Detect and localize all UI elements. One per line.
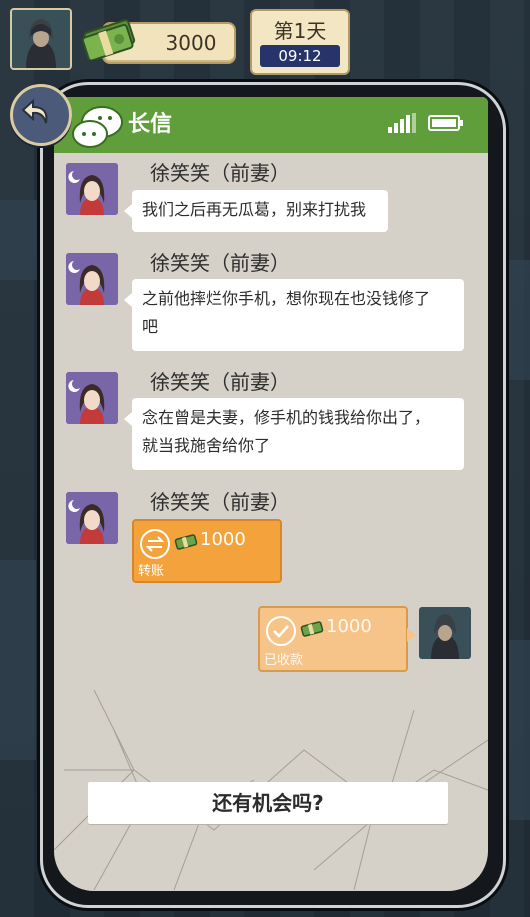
- transfer-arrows-icon: [140, 529, 170, 559]
- reply-option-button[interactable]: 还有机会吗?: [88, 782, 448, 824]
- message-bubble: 之前他摔烂你手机，想你现在也没钱修了 吧: [124, 279, 464, 351]
- received-label: 已收款: [264, 653, 304, 668]
- cash-icon: [300, 621, 324, 637]
- contact-avatar[interactable]: [66, 253, 118, 305]
- message-text-line: 吧: [142, 317, 159, 336]
- sender-name: 徐笑笑（前妻）: [150, 370, 290, 394]
- transfer-card[interactable]: 1000 转账: [132, 519, 282, 583]
- message-text-line: 念在曾是夫妻，修手机的钱我给你出了，: [142, 408, 431, 427]
- sender-name: 徐笑笑（前妻）: [150, 161, 290, 185]
- message-bubble: 念在曾是夫妻，修手机的钱我给你出了， 就当我施舍给你了: [124, 398, 464, 470]
- received-amount: 1000: [326, 616, 372, 637]
- message-bubble: 我们之后再无瓜葛，别来打扰我: [124, 190, 388, 232]
- cash-icon: [174, 534, 198, 550]
- back-button[interactable]: [10, 84, 72, 146]
- player-avatar[interactable]: [10, 8, 72, 70]
- day-time-panel: 第1天 09:12: [250, 9, 350, 75]
- signal-icon: [388, 113, 416, 133]
- money-amount: 3000: [165, 31, 217, 55]
- clock-time: 09:12: [260, 45, 340, 67]
- checkmark-icon: [266, 616, 296, 646]
- sender-name: 徐笑笑（前妻）: [150, 490, 290, 514]
- received-transfer-card[interactable]: 1000 已收款: [258, 606, 416, 672]
- contact-avatar[interactable]: [66, 163, 118, 215]
- chat-screen: 长信 徐笑笑（前妻） 我们之后再无瓜葛，别来打扰我 徐笑笑（前妻） 之前他摔烂你…: [54, 97, 488, 891]
- transfer-label: 转账: [138, 564, 165, 579]
- message-text: 我们之后再无瓜葛，别来打扰我: [142, 200, 367, 219]
- app-title: 长信: [128, 112, 173, 137]
- message-text-line: 就当我施舍给你了: [142, 436, 271, 455]
- my-avatar[interactable]: [419, 607, 471, 659]
- back-arrow-icon: [21, 98, 48, 124]
- transfer-amount: 1000: [200, 529, 246, 550]
- sender-name: 徐笑笑（前妻）: [150, 251, 290, 275]
- contact-avatar[interactable]: [66, 372, 118, 424]
- day-label: 第1天: [273, 19, 327, 43]
- contact-avatar[interactable]: [66, 492, 118, 544]
- battery-icon: [428, 115, 463, 131]
- cash-icon: [81, 19, 136, 60]
- message-text-line: 之前他摔烂你手机，想你现在也没钱修了: [142, 289, 431, 308]
- chat-bubbles-icon: [72, 106, 123, 148]
